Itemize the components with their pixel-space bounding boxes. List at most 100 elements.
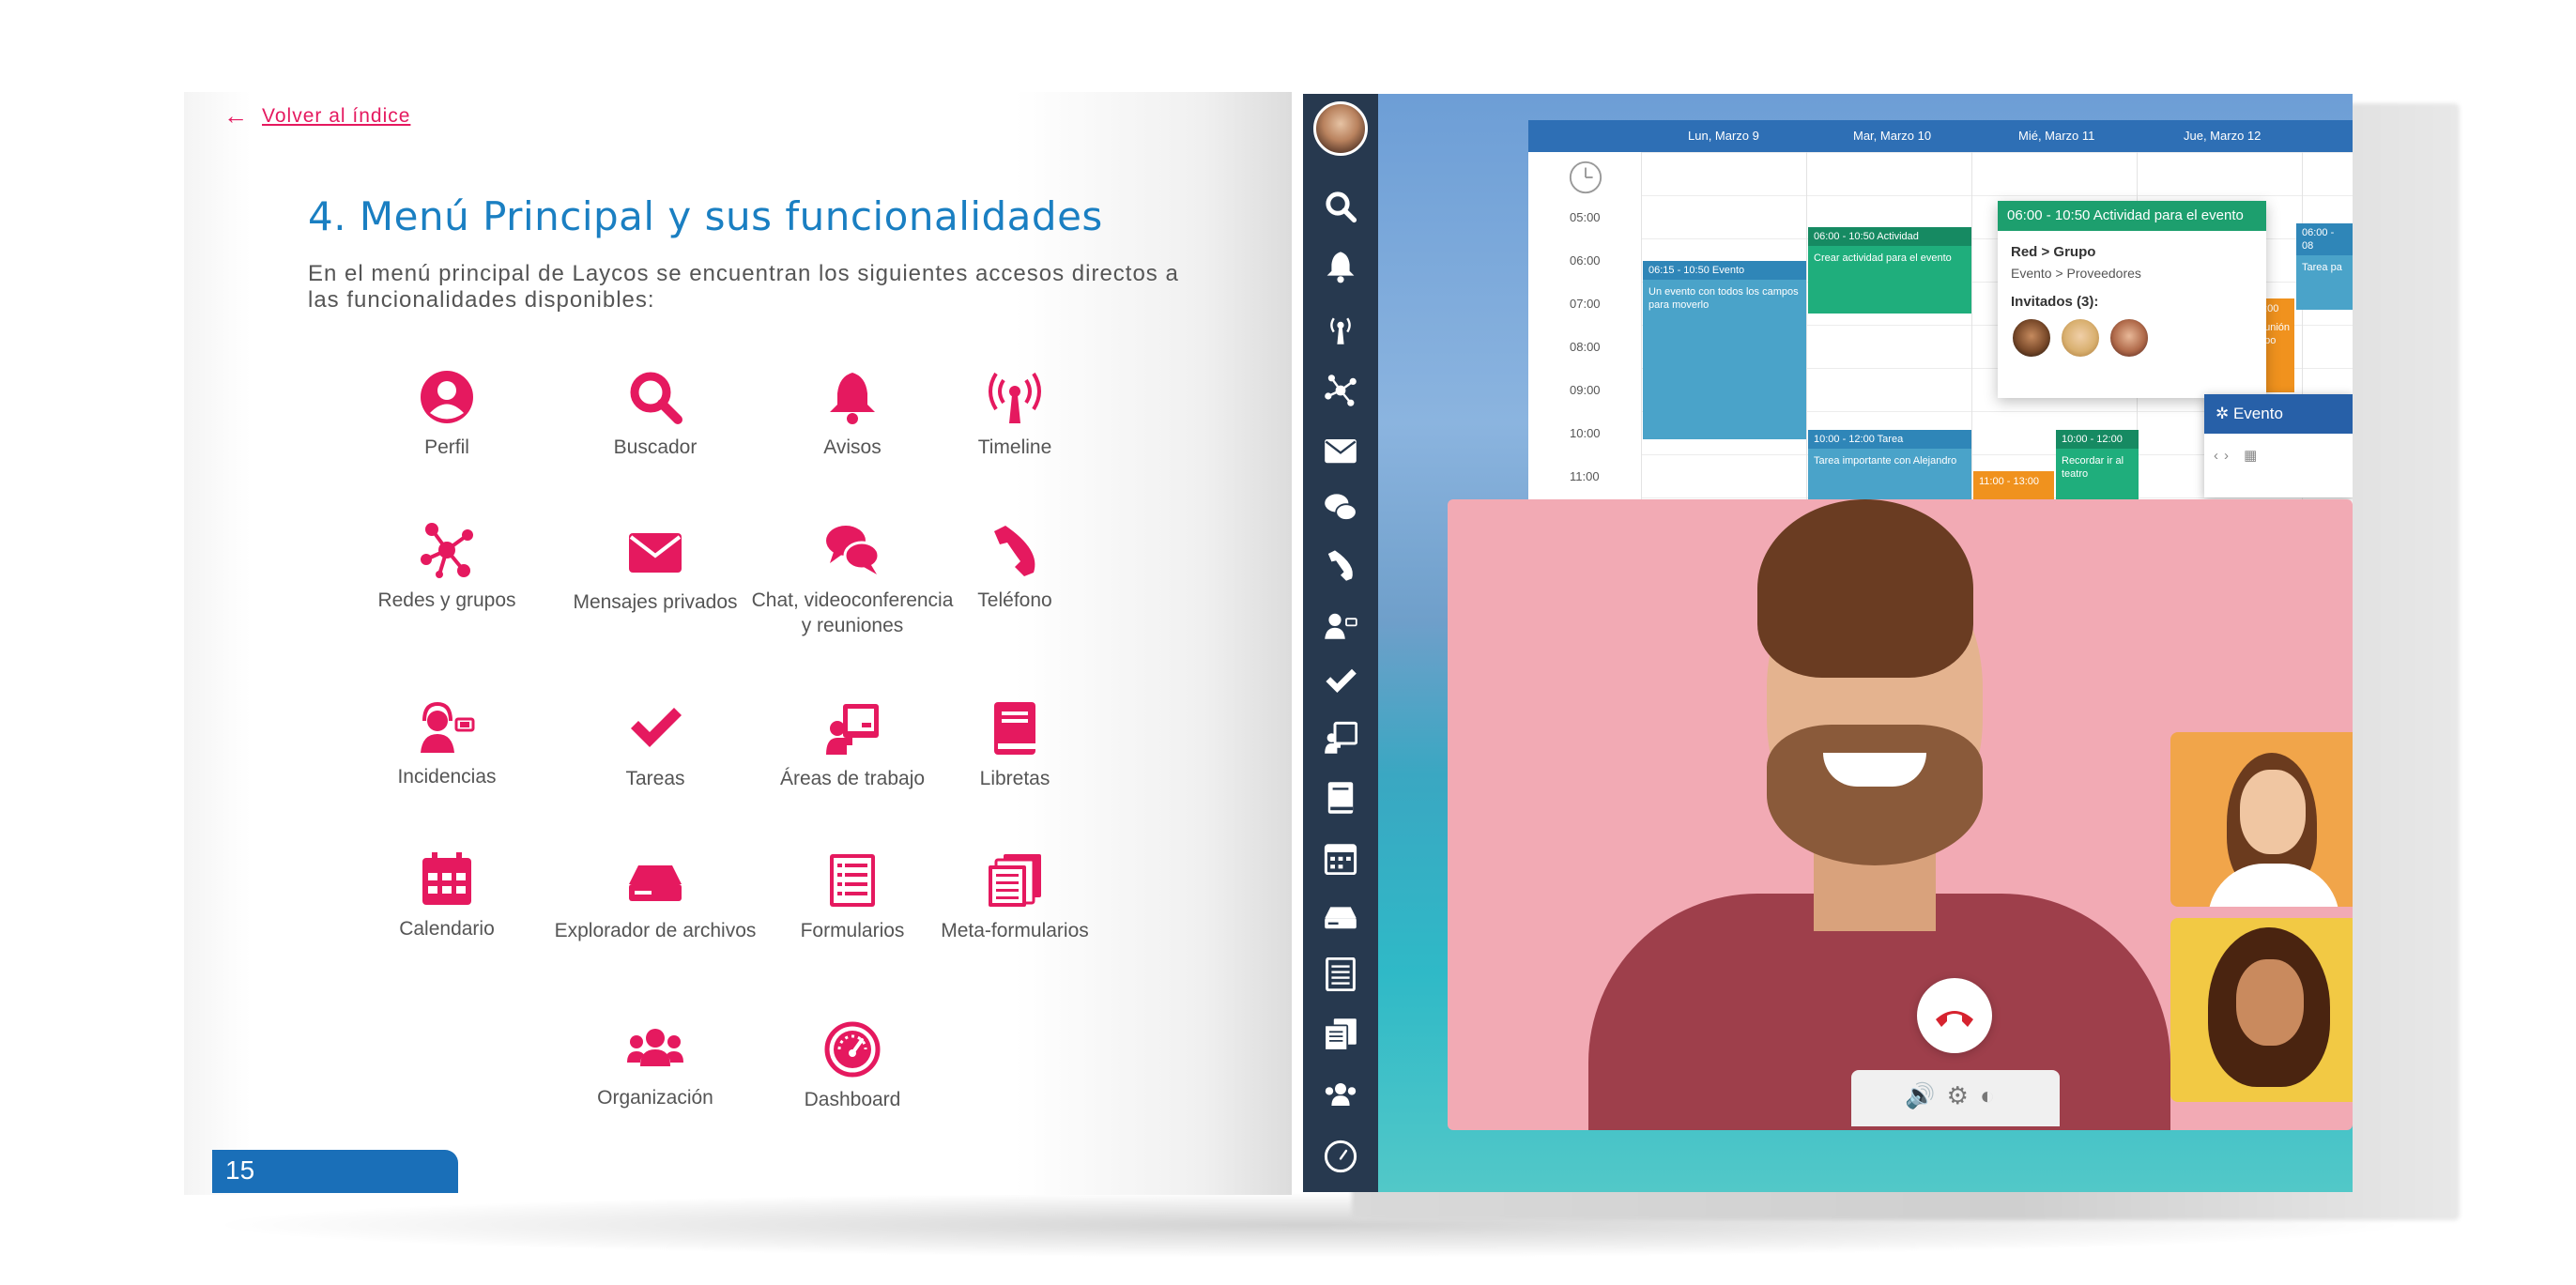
volume-icon[interactable]: 🔊: [1905, 1081, 1946, 1109]
feature-meta-formularios[interactable]: Meta-formularios: [912, 852, 1118, 943]
contrast-icon[interactable]: ◐: [1980, 1081, 2006, 1109]
form-icon: [830, 854, 875, 907]
event-panel-header[interactable]: ✲ Evento: [2204, 394, 2353, 434]
calendar-header: Lun, Marzo 9 Mar, Marzo 10 Mié, Marzo 11…: [1528, 120, 2353, 152]
feature-redes-grupos[interactable]: Redes y grupos: [344, 522, 550, 613]
calendar-day-header: Mié, Marzo 11: [2018, 129, 2095, 143]
feature-libretas[interactable]: Libretas: [912, 700, 1118, 791]
support-agent-icon: [421, 701, 475, 753]
checkmark-icon[interactable]: [1324, 665, 1357, 698]
participant-thumbnail[interactable]: [2170, 918, 2353, 1102]
grid-icon[interactable]: ▦: [2244, 448, 2262, 464]
calendar-event[interactable]: 06:00 - 10:50 Actividad Crear actividad …: [1808, 227, 1971, 314]
calendar-time: 05:00: [1570, 210, 1601, 224]
feature-label: Incidencias: [397, 766, 497, 788]
page-title: 4. Menú Principal y sus funcionalidades: [308, 193, 1103, 239]
users-group-icon: [627, 1029, 683, 1066]
feature-label: Libretas: [979, 768, 1050, 789]
phone-icon[interactable]: [1324, 548, 1357, 582]
feature-calendario[interactable]: Calendario: [344, 850, 550, 941]
avatar[interactable]: [2060, 317, 2101, 359]
event-time: 11:00 - 13:00: [1979, 476, 2040, 487]
avatar[interactable]: [2011, 317, 2052, 359]
thumbnail-shirt: [2208, 864, 2339, 907]
gauge-icon[interactable]: [1324, 1140, 1357, 1173]
calendar-time: 08:00: [1570, 340, 1601, 354]
feature-label: Dashboard: [804, 1089, 901, 1110]
feature-telefono[interactable]: Teléfono: [912, 522, 1118, 613]
calendar-event[interactable]: 06:15 - 10:50 Evento Un evento con todos…: [1643, 261, 1806, 439]
hang-up-button[interactable]: [1917, 978, 1992, 1053]
chevron-left-icon[interactable]: ‹: [2214, 448, 2224, 464]
calendar-time: 11:00: [1570, 469, 1600, 483]
search-icon[interactable]: [1324, 190, 1357, 223]
hang-up-icon: [1936, 1011, 1973, 1027]
feature-buscador[interactable]: Buscador: [552, 369, 759, 460]
feature-label: Mensajes privados: [573, 591, 738, 613]
checkmark-icon: [631, 708, 682, 747]
gauge-icon: [824, 1021, 881, 1078]
form-icon[interactable]: [1324, 957, 1357, 991]
users-group-icon[interactable]: [1324, 1078, 1357, 1111]
event-text: Recordar ir al teatro: [2062, 455, 2124, 480]
feature-dashboard[interactable]: Dashboard: [749, 1021, 956, 1112]
event-text: Tarea pa: [2302, 262, 2342, 273]
popup-network: Red > Grupo: [2011, 244, 2096, 260]
calendar-time: 07:00: [1570, 297, 1601, 311]
envelope-icon[interactable]: [1324, 434, 1357, 467]
arrow-left-icon: ←: [223, 101, 249, 130]
feature-incidencias[interactable]: Incidencias: [344, 698, 550, 789]
calendar-icon: [422, 852, 471, 905]
hard-drive-icon[interactable]: [1324, 899, 1357, 933]
event-popup: 06:00 - 10:50 Actividad para el evento R…: [1998, 201, 2266, 398]
event-text: Tarea importante con Alejandro: [1814, 455, 1957, 467]
calendar-event[interactable]: 06:00 - 08 Tarea pa: [2296, 223, 2353, 310]
feature-label: Redes y grupos: [377, 589, 516, 611]
calendar-day-header: Jue, Marzo 12: [2184, 129, 2262, 143]
presentation-icon: [826, 704, 879, 755]
back-to-index-link[interactable]: ← Volver al índice: [223, 101, 410, 130]
book-icon[interactable]: [1324, 781, 1357, 815]
popup-guests-label: Invitados (3):: [2011, 294, 2099, 310]
network-icon: [421, 523, 473, 578]
settings-icon[interactable]: ⚙: [1947, 1081, 1980, 1109]
feature-label: Tareas: [625, 768, 685, 789]
app-sidebar: [1303, 94, 1378, 1192]
avatar[interactable]: [2108, 317, 2150, 359]
calendar-day-header: Lun, Marzo 9: [1688, 129, 1759, 143]
feature-timeline[interactable]: Timeline: [912, 369, 1118, 460]
multi-form-icon[interactable]: [1324, 1017, 1357, 1051]
event-panel-tools: ‹› ▦: [2204, 434, 2353, 477]
participant-beard: [1767, 725, 1983, 865]
thumbnail-face: [2236, 959, 2304, 1046]
chat-bubbles-icon: [826, 526, 881, 574]
multi-form-icon: [989, 854, 1041, 907]
avatar[interactable]: [1313, 101, 1368, 156]
feature-mensajes-privados[interactable]: Mensajes privados: [552, 524, 759, 615]
participant-thumbnail[interactable]: [2170, 732, 2353, 907]
feature-organizacion[interactable]: Organización: [552, 1019, 759, 1110]
support-agent-icon[interactable]: [1324, 606, 1357, 640]
feature-label: Explorador de archivos: [554, 920, 757, 941]
network-icon[interactable]: [1324, 374, 1357, 407]
presentation-icon[interactable]: [1324, 721, 1357, 755]
thumbnail-face: [2240, 770, 2306, 854]
book-spread: ← Volver al índice 4. Menú Principal y s…: [0, 0, 2576, 1285]
bell-icon[interactable]: [1324, 250, 1357, 283]
calendar-time: 09:00: [1570, 383, 1601, 397]
feature-explorador-archivos[interactable]: Explorador de archivos: [552, 852, 759, 943]
feature-label: Meta-formularios: [941, 920, 1089, 941]
intro-text: En el menú principal de Laycos se encuen…: [308, 261, 1179, 313]
event-time: 06:00 - 08: [2296, 223, 2353, 255]
user-circle-icon: [421, 371, 473, 423]
chevron-right-icon[interactable]: ›: [2224, 448, 2234, 464]
right-page-screenshot: Lun, Marzo 9 Mar, Marzo 10 Mié, Marzo 11…: [1303, 94, 2353, 1192]
feature-perfil[interactable]: Perfil: [344, 369, 550, 460]
feature-label: Timeline: [977, 436, 1052, 458]
chat-bubbles-icon[interactable]: [1324, 492, 1357, 526]
calendar-icon[interactable]: [1324, 841, 1357, 875]
feature-tareas[interactable]: Tareas: [552, 700, 759, 791]
broadcast-tower-icon[interactable]: [1324, 312, 1357, 345]
envelope-icon: [629, 533, 682, 573]
video-call-window: 🔊⚙◐: [1448, 499, 2353, 1130]
